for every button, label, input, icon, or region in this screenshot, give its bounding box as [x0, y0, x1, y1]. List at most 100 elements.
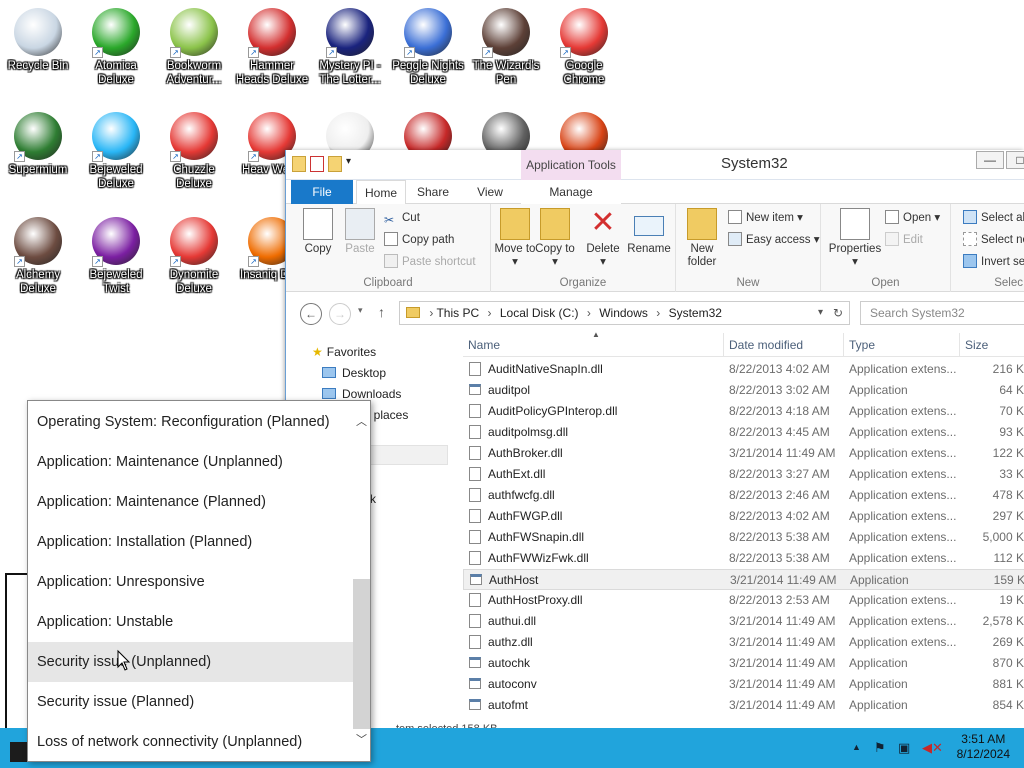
dropdown-option[interactable]: Application: Maintenance (Unplanned): [28, 442, 354, 482]
file-row[interactable]: authui.dll 3/21/2014 11:49 AM Application …: [463, 611, 1024, 632]
cut-button[interactable]: ✂ Cut: [384, 208, 420, 228]
desktop-icon-wizard-pen[interactable]: ↗ The Wizard's Pen: [468, 4, 544, 87]
address-input[interactable]: › This PC › Local Disk (C:) › Windows › …: [399, 301, 850, 325]
action-center-flag-icon[interactable]: ⚑: [874, 740, 886, 756]
file-row[interactable]: authz.dll 3/21/2014 11:49 AM Application e…: [463, 632, 1024, 653]
new-folder-button[interactable]: New folder: [680, 208, 724, 269]
properties-icon[interactable]: [310, 156, 324, 172]
column-name[interactable]: Name: [463, 333, 723, 357]
file-row[interactable]: autofmt 3/21/2014 11:49 AM Application 854 …: [463, 695, 1024, 716]
recent-locations-chevron-icon[interactable]: ▾: [358, 305, 363, 316]
file-row[interactable]: AuditNativeSnapIn.dll 8/22/2013 4:02 AM Ap…: [463, 359, 1024, 380]
delete-button[interactable]: ✕ Delete ▾: [581, 208, 625, 269]
system-clock[interactable]: 3:51 AM 8/12/2024: [957, 732, 1010, 762]
copy-button[interactable]: Copy: [296, 208, 340, 256]
copy-to-button[interactable]: Copy to ▾: [533, 208, 577, 269]
move-to-button[interactable]: Move to ▾: [493, 208, 537, 269]
up-arrow-icon[interactable]: ↑: [378, 304, 385, 320]
search-input[interactable]: Search System32: [860, 301, 1024, 325]
file-row[interactable]: AuthFWWizFwk.dll 8/22/2013 5:38 AM Applica…: [463, 548, 1024, 569]
dropdown-option[interactable]: Security issue (Planned): [28, 682, 354, 722]
minimize-button[interactable]: —: [976, 151, 1004, 169]
paste-button[interactable]: Paste: [338, 208, 382, 256]
scroll-down-chevron-icon[interactable]: ﹀: [356, 731, 367, 747]
file-row[interactable]: authfwcfg.dll 8/22/2013 2:46 AM Applicatio…: [463, 485, 1024, 506]
properties-button[interactable]: Properties ▾: [827, 208, 883, 269]
breadcrumb-local-disk[interactable]: Local Disk (C:): [500, 306, 579, 320]
file-row[interactable]: AuthBroker.dll 3/21/2014 11:49 AM Applicat…: [463, 443, 1024, 464]
select-all-button[interactable]: Select al: [963, 208, 1024, 228]
nav-desktop[interactable]: Desktop: [322, 366, 386, 380]
dropdown-option[interactable]: Loss of network connectivity (Unplanned): [28, 722, 354, 761]
file-row[interactable]: AuditPolicyGPInterop.dll 8/22/2013 4:18 A…: [463, 401, 1024, 422]
desktop-icon-recycle-bin[interactable]: Recycle Bin: [0, 4, 76, 73]
column-size[interactable]: Size: [959, 333, 1024, 357]
file-row[interactable]: AuthHostProxy.dll 8/22/2013 2:53 AM Applic…: [463, 590, 1024, 611]
paste-shortcut-button[interactable]: Paste shortcut: [384, 252, 476, 272]
desktop-icon-dynomite[interactable]: ↗ Dynomite Deluxe: [156, 213, 232, 296]
column-type[interactable]: Type: [843, 333, 959, 357]
edit-button[interactable]: Edit: [885, 230, 923, 250]
nav-recent-places[interactable]: t places: [367, 408, 408, 422]
easy-access-button[interactable]: Easy access ▾: [728, 230, 820, 250]
file-row[interactable]: AuthFWSnapin.dll 8/22/2013 5:38 AM Applica…: [463, 527, 1024, 548]
file-row[interactable]: AuthFWGP.dll 8/22/2013 4:02 AM Application…: [463, 506, 1024, 527]
dropdown-option[interactable]: Application: Unresponsive: [28, 562, 354, 602]
desktop-icon-gnome[interactable]: ↗ Hammer Heads Deluxe: [234, 4, 310, 87]
desktop-icon-chrome[interactable]: ↗ Google Chrome: [546, 4, 622, 87]
desktop-icon-mystery-pi[interactable]: ↗ Mystery PI - The Lotter...: [312, 4, 388, 87]
maximize-button[interactable]: □: [1006, 151, 1024, 169]
tab-manage[interactable]: Manage: [521, 180, 621, 204]
desktop-icon-gem[interactable]: ↗ Bejeweled Deluxe: [78, 108, 154, 191]
chevron-down-icon[interactable]: ▾: [346, 156, 360, 172]
scrollbar-thumb[interactable]: [353, 579, 370, 729]
volume-muted-icon[interactable]: ◀✕: [922, 740, 943, 756]
dropdown-scrollbar[interactable]: ︿ ﹀: [353, 401, 370, 761]
column-date-modified[interactable]: Date modified: [723, 333, 843, 357]
nav-favorites[interactable]: ★ Favorites: [312, 345, 376, 359]
rename-button[interactable]: Rename: [627, 208, 671, 256]
tab-home[interactable]: Home: [356, 180, 406, 205]
refresh-icon[interactable]: ↻: [833, 302, 843, 324]
desktop-icon-bookworm[interactable]: ↗ Bookworm Adventur...: [156, 4, 232, 87]
file-row[interactable]: auditpolmsg.dll 8/22/2013 4:45 AM Applicat…: [463, 422, 1024, 443]
file-row[interactable]: autochk 3/21/2014 11:49 AM Application 870 …: [463, 653, 1024, 674]
new-item-button[interactable]: New item ▾: [728, 208, 803, 228]
desktop-icon-alchemy[interactable]: ↗ Alchemy Deluxe: [0, 213, 76, 296]
desktop-icon-supermium[interactable]: ↗ Supermium: [0, 108, 76, 177]
desktop-icon-bejeweled-twist[interactable]: ↗ Bejeweled Twist: [78, 213, 154, 296]
desktop-icon-chuzzle[interactable]: ↗ Chuzzle Deluxe: [156, 108, 232, 191]
folder-icon[interactable]: [292, 156, 306, 172]
dropdown-option[interactable]: Operating System: Reconfiguration (Plann…: [28, 402, 354, 442]
copy-path-button[interactable]: Copy path: [384, 230, 454, 250]
network-icon[interactable]: ▣: [898, 740, 910, 756]
breadcrumb-this-pc[interactable]: This PC: [436, 306, 479, 320]
scroll-up-chevron-icon[interactable]: ︿: [356, 413, 367, 429]
tab-file[interactable]: File: [291, 180, 353, 204]
file-row[interactable]: autoconv 3/21/2014 11:49 AM Application 881…: [463, 674, 1024, 695]
new-folder-icon[interactable]: [328, 156, 342, 172]
desktop-icon-peggle[interactable]: ↗ Peggle Nights Deluxe: [390, 4, 466, 87]
nav-downloads[interactable]: Downloads: [322, 387, 401, 401]
breadcrumb-windows[interactable]: Windows: [599, 306, 648, 320]
invert-selection-button[interactable]: Invert se: [963, 252, 1024, 272]
tab-view[interactable]: View: [467, 180, 513, 204]
file-row[interactable]: AuthHost 3/21/2014 11:49 AM Application 159…: [463, 569, 1024, 590]
show-hidden-icons-icon[interactable]: ▲: [852, 742, 861, 752]
dropdown-option[interactable]: Application: Unstable: [28, 602, 354, 642]
nav-selected-item[interactable]: [370, 445, 448, 465]
forward-button[interactable]: →: [329, 303, 351, 325]
desktop-icon-atomica[interactable]: ↗ Atomica Deluxe: [78, 4, 154, 87]
select-none-button[interactable]: Select no: [963, 230, 1024, 250]
tab-share[interactable]: Share: [410, 180, 456, 204]
open-button[interactable]: Open ▾: [885, 208, 940, 228]
dropdown-option[interactable]: Application: Installation (Planned): [28, 522, 354, 562]
dropdown-option[interactable]: Security issue (Unplanned): [28, 642, 354, 682]
breadcrumb-system32[interactable]: System32: [669, 306, 722, 320]
copy-path-label: Copy path: [402, 234, 455, 246]
file-row[interactable]: AuthExt.dll 8/22/2013 3:27 AM Application …: [463, 464, 1024, 485]
dropdown-option[interactable]: Application: Maintenance (Planned): [28, 482, 354, 522]
file-row[interactable]: auditpol 8/22/2013 3:02 AM Application 64 K: [463, 380, 1024, 401]
address-dropdown-icon[interactable]: ▾: [818, 302, 823, 324]
back-button[interactable]: ←: [300, 303, 322, 325]
